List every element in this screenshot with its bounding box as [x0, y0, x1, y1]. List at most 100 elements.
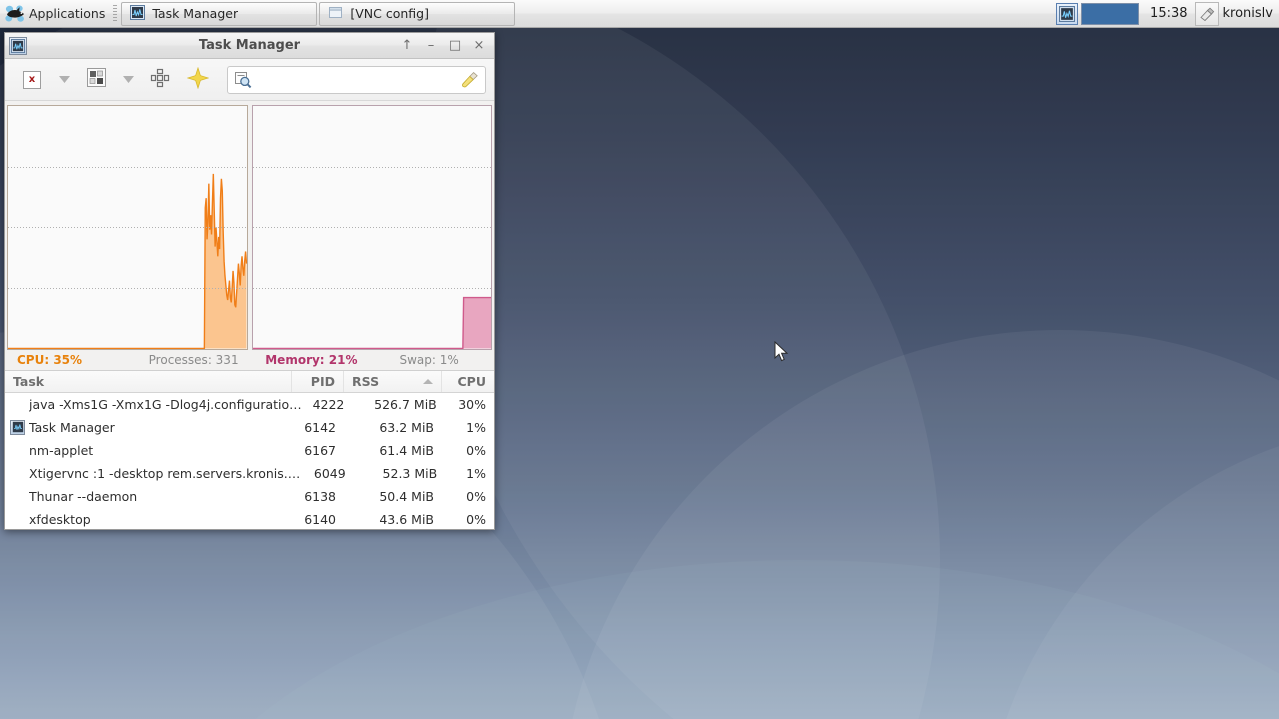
applications-menu-button[interactable]: Applications [1, 1, 111, 27]
sparkle-icon [186, 66, 210, 93]
memory-history-graph[interactable] [251, 105, 492, 350]
process-name: java -Xms1G -Xmx1G -Dlog4j.configuration… [29, 396, 304, 412]
workspace-1[interactable] [1082, 3, 1111, 24]
wallpaper-arc [980, 420, 1279, 719]
search-input[interactable] [252, 71, 461, 88]
view-mode-icon [86, 68, 106, 91]
column-header-pid[interactable]: PID [292, 370, 344, 392]
wallpaper-arc [560, 330, 1279, 719]
applications-menu-label: Applications [29, 6, 106, 21]
process-name: nm-applet [29, 442, 94, 458]
table-row[interactable]: xfdesktop 6140 43.6 MiB 0% [5, 508, 494, 530]
chevron-down-icon [122, 76, 134, 83]
column-label: CPU [457, 373, 487, 389]
view-mode-dropdown[interactable] [115, 65, 141, 95]
memory-status: Memory: 21% [265, 352, 358, 367]
cell-task: Thunar --daemon [5, 489, 292, 504]
cell-pid: 4222 [312, 396, 345, 412]
cell-rss: 52.3 MiB [382, 465, 438, 481]
cell-cpu: 1% [466, 465, 486, 481]
cell-pid: 6049 [313, 465, 346, 481]
eraser-icon[interactable] [1194, 1, 1219, 26]
kill-process-glyph: x [28, 74, 36, 85]
search-box[interactable] [227, 65, 486, 94]
chevron-down-icon [58, 76, 70, 83]
table-row[interactable]: Xtigervnc :1 -desktop rem.servers.kronis… [5, 462, 494, 485]
task-manager-icon [130, 4, 146, 23]
taskbar-button-label: [VNC config] [350, 6, 429, 21]
table-row[interactable]: java -Xms1G -Xmx1G -Dlog4j.configuration… [5, 393, 494, 416]
column-header-rss[interactable]: RSS [344, 370, 442, 392]
table-row[interactable]: nm-applet 6167 61.4 MiB 0% [5, 439, 494, 462]
process-table: Task PID RSS CPU java -Xms1G -Xmx1G -Dlo… [5, 369, 494, 530]
cpu-status: CPU: 35% [17, 352, 83, 367]
cell-rss: 526.7 MiB [374, 396, 437, 412]
cell-task: xfdesktop [5, 512, 292, 527]
cell-pid: 6140 [304, 511, 336, 527]
workspace-2[interactable] [1110, 3, 1139, 24]
taskbar-button-vnc-config[interactable]: [VNC config] [319, 1, 516, 26]
cell-cpu: 30% [458, 396, 486, 412]
sort-ascending-icon [423, 378, 433, 384]
cell-cpu: 1% [466, 419, 486, 435]
processes-status: Processes: 331 [148, 352, 239, 367]
table-row[interactable]: Task Manager 6142 63.2 MiB 1% [5, 416, 494, 439]
column-label: PID [310, 373, 335, 389]
cell-pid: 6138 [304, 488, 336, 504]
window-titlebar[interactable]: Task Manager ↑ – □ × [5, 33, 494, 59]
cell-pid: 6142 [304, 419, 336, 435]
cell-rss: 43.6 MiB [379, 511, 434, 527]
cell-rss: 63.2 MiB [379, 419, 434, 435]
taskbar-button-task-manager[interactable]: Task Manager [121, 1, 318, 26]
kill-process-icon: x [23, 70, 41, 89]
cell-task: java -Xms1G -Xmx1G -Dlog4j.configuration… [5, 397, 303, 412]
window-buttons: ↑ – □ × [396, 35, 494, 57]
close-button[interactable]: × [468, 35, 490, 57]
process-name: Xtigervnc :1 -desktop rem.servers.kronis… [29, 465, 305, 481]
taskbar-button-label: Task Manager [152, 6, 239, 21]
panel-handle[interactable] [113, 4, 118, 23]
window-icon [328, 5, 343, 23]
search-icon [234, 71, 252, 89]
username-label[interactable]: kronislv [1223, 6, 1277, 21]
cell-rss: 50.4 MiB [379, 488, 434, 504]
system-tray: 15:38 kronislv [1056, 0, 1279, 28]
column-label: RSS [352, 373, 380, 389]
task-manager-tray-icon[interactable] [1056, 2, 1079, 25]
expand-arrows-icon [149, 67, 171, 93]
broom-icon[interactable] [461, 71, 479, 89]
cell-pid: 6167 [304, 442, 336, 458]
expand-button[interactable] [141, 65, 179, 95]
column-label: Task [13, 373, 45, 389]
cell-task: nm-applet [5, 443, 292, 458]
process-name: Task Manager [29, 419, 115, 435]
kill-process-button[interactable]: x [13, 65, 51, 95]
swap-status: Swap: 1% [399, 352, 459, 367]
cpu-history-graph[interactable] [7, 105, 248, 350]
mouse-icon [5, 5, 25, 23]
table-row[interactable]: Thunar --daemon 6138 50.4 MiB 0% [5, 485, 494, 508]
cell-cpu: 0% [466, 442, 486, 458]
process-name: xfdesktop [29, 511, 91, 527]
table-header: Task PID RSS CPU [5, 370, 494, 393]
cell-cpu: 0% [466, 511, 486, 527]
maximize-button[interactable]: □ [444, 35, 466, 57]
cell-task: Xtigervnc :1 -desktop rem.servers.kronis… [5, 466, 305, 481]
resource-graphs [5, 101, 494, 350]
highlight-button[interactable] [179, 65, 217, 95]
wallpaper-arc [420, 0, 1279, 719]
view-mode-button[interactable] [77, 65, 115, 95]
minimize-button[interactable]: – [420, 35, 442, 57]
column-header-task[interactable]: Task [5, 370, 292, 392]
workspace-switcher[interactable] [1081, 2, 1140, 25]
cell-rss: 61.4 MiB [379, 442, 434, 458]
shade-button[interactable]: ↑ [396, 35, 418, 57]
clock[interactable]: 15:38 [1143, 6, 1194, 21]
kill-process-dropdown[interactable] [51, 65, 77, 95]
xfce-panel: Applications Task Manager [VNC config] 1… [0, 0, 1279, 28]
task-manager-window[interactable]: Task Manager ↑ – □ × x CPU: 35% Processe… [4, 32, 495, 530]
table-body: java -Xms1G -Xmx1G -Dlog4j.configuration… [5, 393, 494, 530]
column-header-cpu[interactable]: CPU [442, 370, 494, 392]
toolbar: x [5, 59, 494, 101]
process-name: Thunar --daemon [29, 488, 138, 504]
